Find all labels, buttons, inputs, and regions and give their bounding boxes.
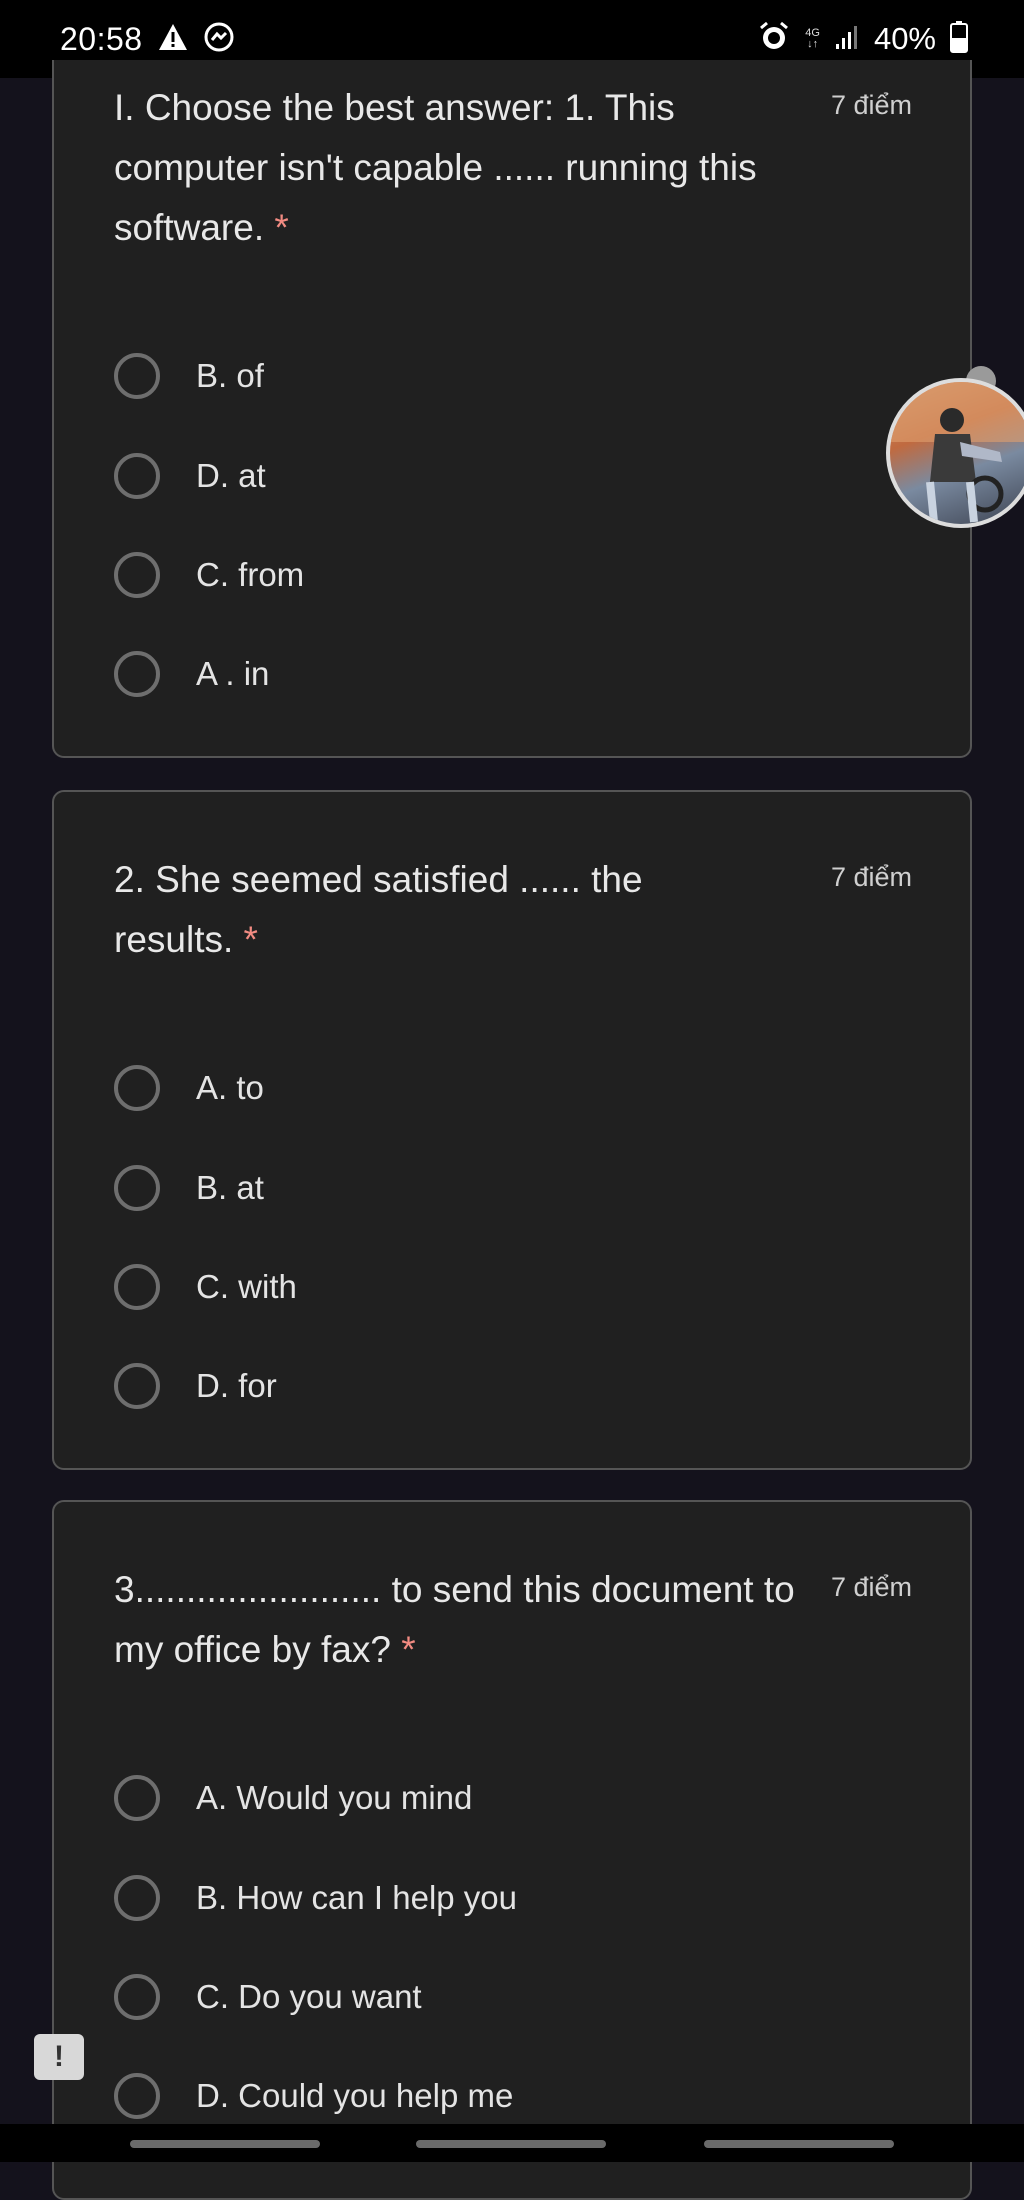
option-label: D. for: [196, 1367, 277, 1404]
option-d[interactable]: D. at: [114, 446, 266, 506]
option-a[interactable]: A. to: [114, 1058, 264, 1118]
option-label: C. with: [196, 1268, 297, 1305]
recent-apps-button[interactable]: [130, 2140, 320, 2148]
option-label: B. How can I help you: [196, 1879, 518, 1916]
radio-button[interactable]: [114, 353, 160, 399]
radio-button[interactable]: [114, 1165, 160, 1211]
option-label: D. at: [196, 457, 266, 494]
warning-icon: [157, 22, 189, 57]
option-label: D. Could you help me: [196, 2077, 514, 2114]
required-asterisk: *: [274, 207, 289, 248]
option-a[interactable]: A . in: [114, 644, 269, 704]
question-title: 2. She seemed satisfied ...... the resul…: [114, 859, 643, 960]
radio-button[interactable]: [114, 1974, 160, 2020]
radio-button[interactable]: [114, 1264, 160, 1310]
radio-button[interactable]: [114, 651, 160, 697]
option-b[interactable]: B. How can I help you: [114, 1868, 517, 1928]
option-b[interactable]: B. at: [114, 1158, 264, 1218]
home-button[interactable]: [416, 2140, 606, 2148]
required-asterisk: *: [243, 919, 258, 960]
required-asterisk: *: [401, 1629, 416, 1670]
option-label: B. of: [196, 357, 264, 394]
question-card-3: 3........................ to send this d…: [52, 1500, 972, 2200]
network-type: 4G ↓↑: [805, 27, 820, 50]
question-points: 7 điểm: [830, 90, 912, 120]
exclamation-icon: !: [54, 2040, 64, 2073]
radio-button[interactable]: [114, 2073, 160, 2119]
radio-button[interactable]: [114, 552, 160, 598]
radio-button[interactable]: [114, 1775, 160, 1821]
option-a[interactable]: A. Would you mind: [114, 1768, 472, 1828]
radio-button[interactable]: [114, 1363, 160, 1409]
option-c[interactable]: C. from: [114, 545, 304, 605]
navigation-bar: [0, 2124, 1024, 2162]
question-card-2: 2. She seemed satisfied ...... the resul…: [52, 790, 972, 1470]
status-time: 20:58: [60, 20, 143, 57]
option-label: C. from: [196, 556, 305, 593]
chat-head-avatar[interactable]: [886, 378, 1024, 528]
option-b[interactable]: B. of: [114, 346, 264, 406]
option-label: B. at: [196, 1169, 264, 1206]
question-title: I. Choose the best answer: 1. This compu…: [114, 87, 757, 248]
radio-button[interactable]: [114, 1065, 160, 1111]
back-button[interactable]: [704, 2140, 894, 2148]
alarm-icon: [757, 20, 791, 59]
option-label: A. to: [196, 1069, 264, 1106]
question-points: 7 điểm: [830, 862, 912, 892]
option-c[interactable]: C. Do you want: [114, 1967, 422, 2027]
option-d[interactable]: D. for: [114, 1356, 277, 1416]
radio-button[interactable]: [114, 453, 160, 499]
option-label: A . in: [196, 655, 270, 692]
signal-icon: [834, 24, 860, 55]
battery-icon: [950, 20, 968, 58]
battery-percent: 40%: [873, 21, 936, 56]
question-points: 7 điểm: [830, 1572, 912, 1602]
messenger-icon: [203, 21, 235, 58]
question-card-1: I. Choose the best answer: 1. This compu…: [52, 60, 972, 758]
option-label: A. Would you mind: [196, 1779, 473, 1816]
person-photo-icon: [890, 382, 1024, 523]
feedback-button[interactable]: !: [34, 2034, 84, 2080]
question-title: 3........................ to send this d…: [114, 1569, 795, 1670]
option-label: C. Do you want: [196, 1978, 422, 2015]
option-c[interactable]: C. with: [114, 1257, 297, 1317]
radio-button[interactable]: [114, 1875, 160, 1921]
option-d[interactable]: D. Could you help me: [114, 2066, 513, 2126]
